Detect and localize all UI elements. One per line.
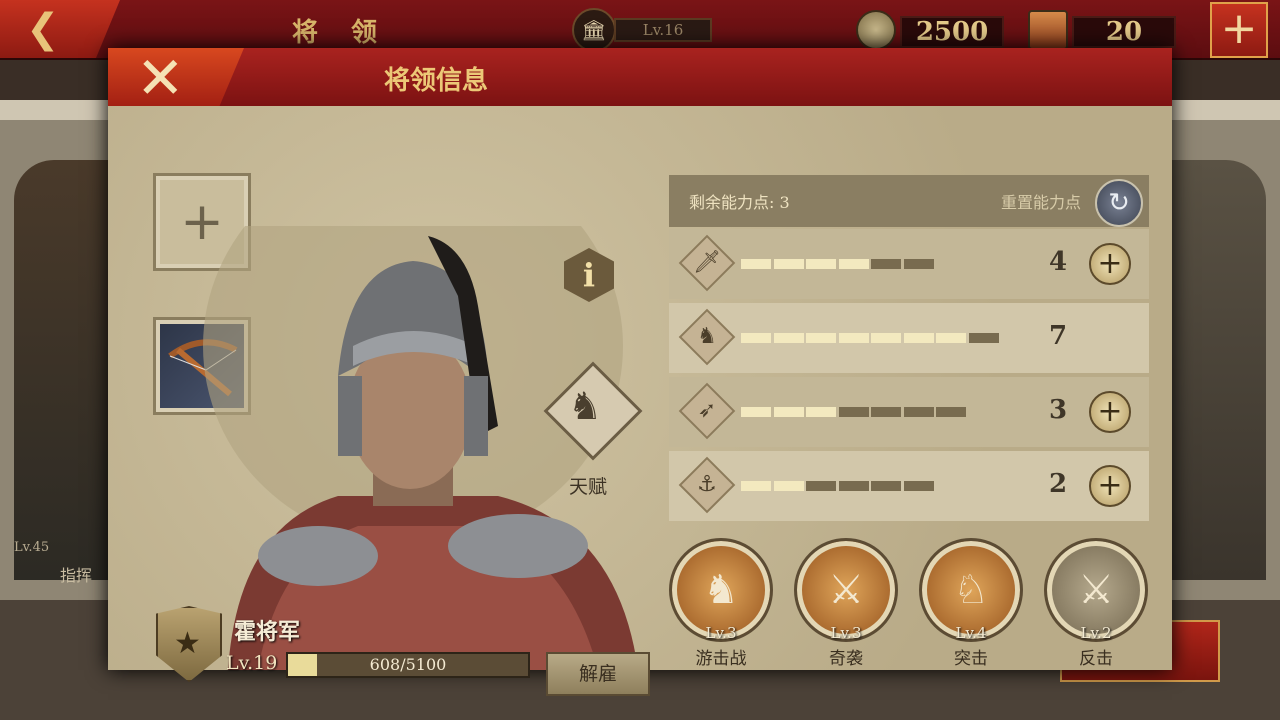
- stat-row: 🗡 4 +: [669, 229, 1149, 299]
- back-button[interactable]: ❮: [0, 0, 120, 58]
- stat-value: 7: [1049, 321, 1068, 351]
- stat-segment: [773, 481, 804, 491]
- remaining-points-label: 剩余能力点: 3: [689, 193, 790, 212]
- stat-segment: [806, 333, 836, 343]
- stat-value: 2: [1049, 469, 1068, 499]
- stat-segment: [773, 407, 804, 417]
- chevron-left-icon: ❮: [26, 6, 60, 52]
- stat-segment: [871, 407, 901, 417]
- player-level: Lv.16: [614, 18, 712, 42]
- stat-segment: [741, 333, 771, 343]
- stat-segment: [741, 259, 771, 269]
- skill-name: 反击: [1079, 649, 1113, 669]
- stat-row: ➶ 3 +: [669, 377, 1149, 447]
- stat-segment: [838, 259, 869, 269]
- stat-segment: [936, 333, 966, 343]
- stat-glyph: ⚓: [697, 472, 717, 497]
- skill-button[interactable]: ⚔ Lv.3 奇袭: [794, 538, 898, 669]
- stat-row: ⚓ 2 +: [669, 451, 1149, 521]
- horse-head-icon: ♞: [568, 384, 603, 428]
- stat-segment: [936, 407, 966, 417]
- skill-level: Lv.4: [955, 624, 987, 642]
- add-resource-button[interactable]: +: [1210, 2, 1268, 58]
- stat-segment: [838, 407, 869, 417]
- stat-segment: [903, 481, 934, 491]
- stat-segment: [871, 259, 901, 269]
- stat-glyph: ♞: [697, 324, 717, 349]
- stat-value: 3: [1049, 395, 1068, 425]
- rank-shield-icon: ★: [156, 606, 222, 682]
- dismiss-button[interactable]: 解雇: [546, 652, 650, 696]
- stat-segment: [838, 481, 869, 491]
- bow-icon: ➶: [678, 382, 736, 440]
- reset-points-label: 重置能力点: [1001, 193, 1082, 212]
- modal-header: ✕ 将领信息: [108, 48, 1172, 106]
- skill-level: Lv.3: [705, 624, 737, 642]
- general-name: 霍将军: [234, 619, 301, 645]
- skill-name: 奇袭: [829, 649, 863, 669]
- stat-segment: [773, 333, 804, 343]
- stat-segment: [806, 407, 836, 417]
- stat-segment: [968, 333, 999, 343]
- screen-title: 将 领: [292, 18, 390, 48]
- stat-segment: [838, 333, 869, 343]
- reset-points-button[interactable]: ↻: [1095, 179, 1143, 227]
- stat-segment: [741, 407, 771, 417]
- horse-head-icon: ♞: [678, 308, 736, 366]
- talent-button[interactable]: ♞: [543, 361, 643, 461]
- ability-points-bar: 剩余能力点: 3 重置能力点 ↻: [669, 175, 1149, 227]
- stat-segment: [806, 481, 836, 491]
- stat-segment: [903, 407, 934, 417]
- skill-name: 游击战: [695, 649, 747, 669]
- stat-segment: [903, 259, 934, 269]
- stat-segment: [773, 259, 804, 269]
- stat-segment: [806, 259, 836, 269]
- general-info-modal: ✕ 将领信息 + i ♞ 天赋 ★ 霍将军 Lv.19 608/5100 解雇 …: [108, 48, 1172, 696]
- stat-glyph: 🗡: [693, 250, 721, 275]
- background-card-level: Lv.45: [14, 540, 50, 555]
- add-stat-button[interactable]: +: [1089, 243, 1131, 285]
- background-card-label: 指挥: [60, 566, 93, 585]
- background-general-card-right[interactable]: [1170, 160, 1266, 580]
- stat-segment: [871, 481, 901, 491]
- stat-segment: [903, 333, 934, 343]
- close-button[interactable]: ✕: [108, 48, 244, 106]
- stat-segment: [741, 481, 771, 491]
- experience-text: 608/5100: [369, 655, 447, 674]
- stat-value: 4: [1049, 247, 1068, 277]
- coin-value: 2500: [900, 16, 1004, 48]
- skill-button[interactable]: ♞ Lv.3 游击战: [669, 538, 773, 669]
- skill-button[interactable]: ⚔ Lv.2 反击: [1044, 538, 1148, 669]
- stat-segment: [871, 333, 901, 343]
- skill-level: Lv.3: [830, 624, 862, 642]
- coin-icon: [856, 10, 896, 50]
- coin-counter: 2500: [856, 10, 1006, 50]
- background-general-card-left[interactable]: [14, 160, 110, 580]
- modal-title: 将领信息: [384, 66, 489, 96]
- token-value: 20: [1072, 16, 1176, 48]
- talent-label: 天赋: [569, 476, 608, 498]
- spqr-eagle-icon: [1028, 10, 1068, 50]
- skill-level: Lv.2: [1080, 624, 1112, 642]
- general-level: Lv.19: [226, 652, 278, 674]
- modal-body: + i ♞ 天赋 ★ 霍将军 Lv.19 608/5100 解雇 剩余能力点: …: [108, 106, 1172, 696]
- bank-icon: 🏛: [572, 8, 616, 52]
- add-stat-button[interactable]: +: [1089, 465, 1131, 507]
- sword-icon: 🗡: [678, 234, 736, 292]
- skill-name: 突击: [954, 649, 988, 669]
- skill-button[interactable]: ♘ Lv.4 突击: [919, 538, 1023, 669]
- stat-glyph: ➶: [697, 398, 717, 423]
- token-counter: 20: [1028, 10, 1178, 50]
- add-stat-button[interactable]: +: [1089, 391, 1131, 433]
- star-icon: ★: [174, 626, 201, 661]
- player-level-badge: 🏛 Lv.16: [572, 8, 712, 52]
- experience-bar: 608/5100: [286, 652, 530, 678]
- close-icon: ✕: [136, 44, 185, 112]
- refresh-icon: ↻: [1108, 188, 1130, 218]
- stat-row: ♞ 7: [669, 303, 1149, 373]
- anchor-icon: ⚓: [678, 456, 736, 514]
